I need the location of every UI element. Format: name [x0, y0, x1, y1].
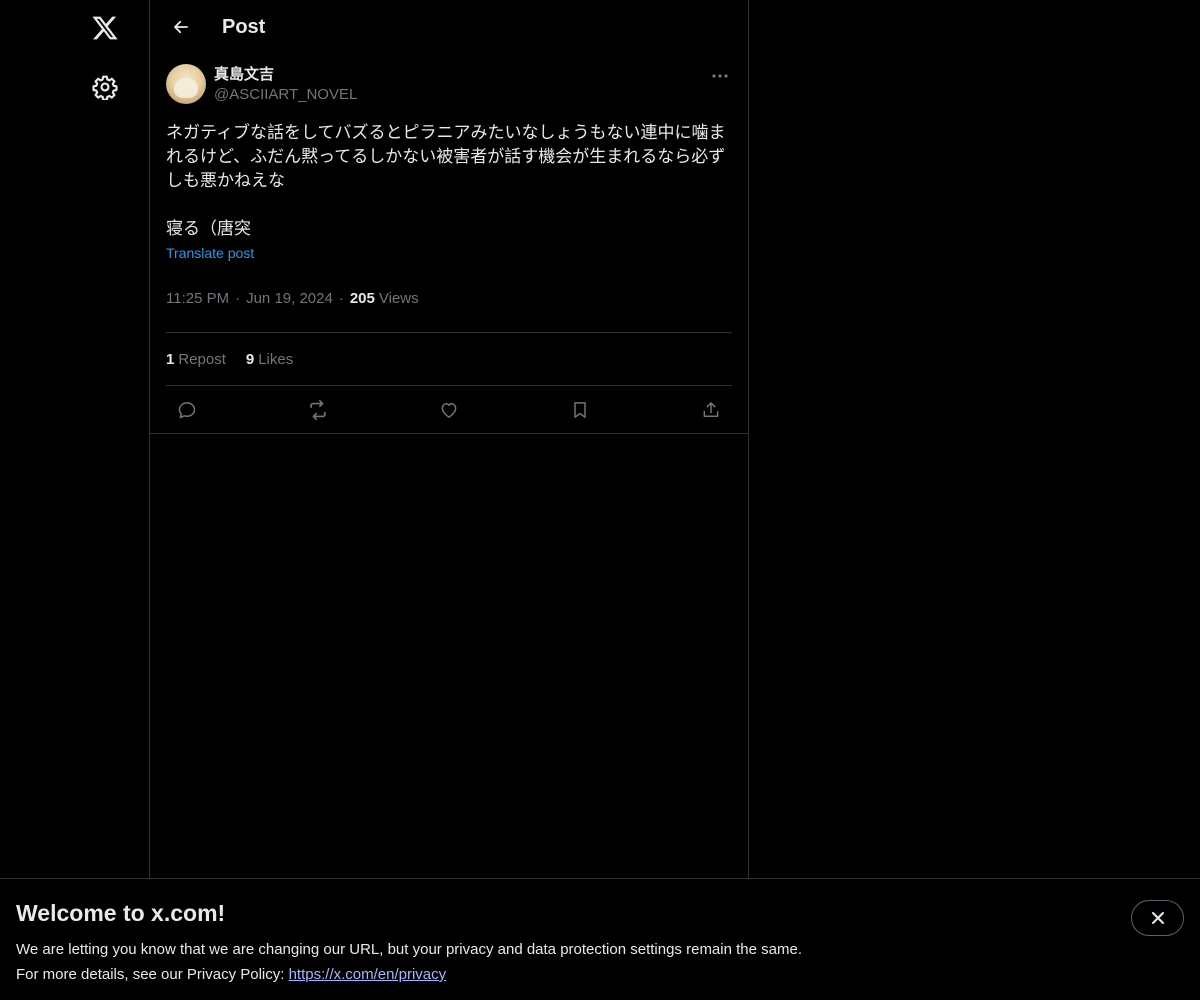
gear-icon: [92, 75, 118, 100]
author-names: 真島文吉 @ASCIIART_NOVEL: [214, 64, 357, 105]
x-logo-button[interactable]: [81, 4, 129, 52]
share-icon: [703, 401, 719, 417]
meta-separator: ·: [338, 290, 344, 307]
banner-title: Welcome to x.com!: [16, 900, 226, 926]
views-count: 205: [349, 290, 375, 307]
post-stats: 1 Repost 9 Likes: [166, 333, 732, 386]
avatar[interactable]: [166, 64, 206, 104]
bookmark-icon: [574, 401, 586, 418]
translate-post-link[interactable]: Translate post: [166, 245, 254, 261]
likes-count: 9: [245, 350, 255, 368]
author-handle[interactable]: @ASCIIART_NOVEL: [214, 85, 357, 105]
banner-line-1: We are letting you know that we are chan…: [16, 941, 802, 958]
repost-icon: [310, 399, 326, 420]
post-text: ネガティブな話をしてバズるとピラニアみたいなしょうもない連中に噛まれるけど、ふだ…: [166, 123, 726, 238]
author-name[interactable]: 真島文吉: [214, 65, 357, 85]
author-row: 真島文吉 @ASCIIART_NOVEL: [166, 64, 732, 105]
post-time[interactable]: 11:25 PM: [166, 290, 229, 307]
reply-button[interactable]: [170, 393, 204, 427]
settings-button[interactable]: [81, 63, 129, 111]
likes-stat[interactable]: 9 Likes: [246, 351, 293, 368]
banner-text: We are letting you know that we are chan…: [16, 937, 1184, 987]
views-label: Views: [378, 290, 419, 307]
bookmark-button[interactable]: [563, 393, 597, 427]
more-icon: [712, 74, 728, 78]
page-header: Post: [150, 0, 748, 54]
app-root: Post 真島文吉 @ASCIIART_NOVEL ネガティブな話をしてバズると…: [0, 0, 1200, 1000]
post-date[interactable]: Jun 19, 2024: [246, 290, 333, 307]
page-title: Post: [222, 15, 266, 38]
post-actions: [166, 386, 732, 433]
share-button[interactable]: [694, 393, 728, 427]
x-logo-icon: [92, 16, 118, 40]
reply-icon: [178, 401, 196, 418]
close-icon: [1151, 912, 1164, 924]
reposts-label: Repost: [178, 350, 226, 368]
banner-line-2-prefix: For more details, see our Privacy Policy…: [16, 966, 289, 983]
repost-button[interactable]: [301, 393, 335, 427]
privacy-policy-link[interactable]: https://x.com/en/privacy: [289, 966, 447, 983]
like-button[interactable]: [432, 393, 466, 427]
back-button[interactable]: [164, 10, 198, 44]
post-meta: 11:25 PM · Jun 19, 2024 · 205 Views: [166, 281, 732, 333]
arrow-left-icon: [174, 20, 188, 34]
welcome-banner: Welcome to x.com! We are letting you kno…: [0, 878, 1200, 1000]
banner-line-2: For more details, see our Privacy Policy…: [16, 962, 1184, 987]
left-nav: [0, 0, 150, 878]
meta-separator: ·: [235, 290, 241, 307]
like-icon: [441, 402, 457, 418]
likes-label: Likes: [258, 350, 294, 368]
reposts-stat[interactable]: 1 Repost: [166, 351, 226, 368]
reposts-count: 1: [166, 350, 175, 368]
close-banner-button[interactable]: [1131, 900, 1184, 936]
post: 真島文吉 @ASCIIART_NOVEL ネガティブな話をしてバズるとピラニアみ…: [150, 54, 748, 434]
more-options-button[interactable]: [708, 66, 732, 86]
main-column: Post 真島文吉 @ASCIIART_NOVEL ネガティブな話をしてバズると…: [150, 0, 749, 878]
